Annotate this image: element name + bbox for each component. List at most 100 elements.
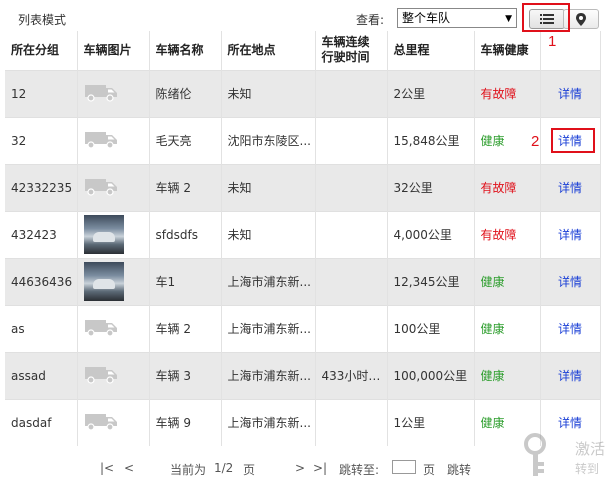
vehicle-photo [83,215,124,254]
mileage-cell: 100公里 [387,305,475,352]
mileage-cell: 100,000公里 [387,352,475,399]
header-photo: 车辆图片 [77,31,150,70]
mileage-cell: 1公里 [387,399,475,446]
mileage-cell: 32公里 [387,164,475,211]
toolbar: 列表模式 查看: 整个车队 ▼ [0,0,605,34]
map-pin-icon [576,12,586,26]
vehicle-name-cell: 车辆 2 [149,164,222,211]
photo-cell [77,70,150,117]
health-status: 有故障 [474,70,541,117]
photo-cell [77,305,150,352]
health-status: 有故障 [474,164,541,211]
table-row[interactable]: assad 车辆 3 上海市浦东新... 433小时4... 100,000公里 健康 详情 [5,352,601,399]
location-cell: 上海市浦东新... [221,352,316,399]
table-row[interactable]: 42332235 车辆 2 未知 32公里 有故障 详情 [5,164,601,211]
vehicle-name-cell: 车辆 9 [149,399,222,446]
jump-page-input[interactable] [392,460,416,474]
detail-link[interactable]: 详情 [540,305,601,352]
vehicle-name-cell: sfdsdfs [149,211,222,258]
mileage-cell: 2公里 [387,70,475,117]
group-cell: 44636436 [5,258,78,305]
fleet-select-value: 整个车队 [402,11,451,25]
drive-time-cell [315,258,388,305]
group-cell: as [5,305,78,352]
first-page-button[interactable]: |< [100,461,114,475]
jump-to-label: 跳转至: [339,463,380,477]
mileage-cell: 12,345公里 [387,258,475,305]
header-mileage: 总里程 [387,31,475,70]
drive-time-cell [315,399,388,446]
photo-cell [77,352,150,399]
photo-cell [77,117,150,164]
detail-link[interactable]: 详情 [540,164,601,211]
watermark-line2: 转到 [575,462,600,476]
detail-link[interactable]: 详情 [540,258,601,305]
annotation-box-1 [522,3,570,32]
drive-time-cell [315,117,388,164]
header-health: 车辆健康 [474,31,541,70]
table-row[interactable]: dasdaf 车辆 9 上海市浦东新... 1公里 健康 详情 [5,399,601,446]
annotation-box-2 [551,128,595,153]
vehicle-table: 所在分组 车辆图片 车辆名称 所在地点 车辆连续 行驶时间 总里程 车辆健康 1… [5,31,601,446]
page-unit-label: 页 [243,463,256,477]
annotation-number-2: 2 [531,133,540,150]
drive-time-cell [315,164,388,211]
vehicle-name-cell: 毛天亮 [149,117,222,164]
location-cell: 未知 [221,211,316,258]
mileage-cell: 15,848公里 [387,117,475,164]
location-cell: 上海市浦东新... [221,305,316,352]
van-icon [84,132,118,152]
header-name: 车辆名称 [149,31,222,70]
prev-page-button[interactable]: < [124,461,134,475]
vehicle-name-cell: 陈绪伦 [149,70,222,117]
photo-cell [77,164,150,211]
fleet-select[interactable]: 整个车队 ▼ [397,8,517,28]
location-cell: 未知 [221,164,316,211]
drive-time-cell [315,211,388,258]
group-cell: 42332235 [5,164,78,211]
header-drive-time: 车辆连续 行驶时间 [315,31,388,70]
last-page-button[interactable]: >| [313,461,327,475]
vehicle-name-cell: 车1 [149,258,222,305]
photo-cell [77,258,150,305]
view-label: 查看: [356,13,385,27]
drive-time-cell: 433小时4... [315,352,388,399]
annotation-number-1: 1 [548,33,557,50]
detail-link[interactable]: 详情 [540,352,601,399]
location-cell: 上海市浦东新... [221,399,316,446]
mileage-cell: 4,000公里 [387,211,475,258]
drive-time-cell [315,70,388,117]
group-cell: 12 [5,70,78,117]
detail-link[interactable]: 详情 [540,211,601,258]
van-icon [84,179,118,199]
health-status: 健康 [474,305,541,352]
table-row[interactable]: 32 毛天亮 沈阳市东陵区... 15,848公里 健康 详情 [5,117,601,164]
jump-button[interactable]: 跳转 [447,461,471,478]
table-row[interactable]: 44636436 车1 上海市浦东新... 12,345公里 健康 详情 [5,258,601,305]
key-icon [524,433,546,476]
list-mode-label: 列表模式 [18,13,67,27]
health-status: 健康 [474,258,541,305]
activation-watermark: 激活 转到 [520,430,605,482]
photo-cell [77,399,150,446]
group-cell: assad [5,352,78,399]
header-group: 所在分组 [5,31,78,70]
dropdown-arrow-icon: ▼ [505,14,512,24]
photo-cell [77,211,150,258]
detail-link[interactable]: 详情 [540,70,601,117]
van-icon [84,320,118,340]
current-page-label: 当前为 [170,463,207,477]
vehicle-photo [83,262,124,301]
table-header-row: 所在分组 车辆图片 车辆名称 所在地点 车辆连续 行驶时间 总里程 车辆健康 [5,31,601,70]
health-status: 健康 [474,352,541,399]
group-cell: 432423 [5,211,78,258]
table-row[interactable]: as 车辆 2 上海市浦东新... 100公里 健康 详情 [5,305,601,352]
van-icon [84,414,118,434]
table-row[interactable]: 12 陈绪伦 未知 2公里 有故障 详情 [5,70,601,117]
van-icon [84,85,118,105]
location-cell: 沈阳市东陵区... [221,117,316,164]
watermark-line1: 激活 [575,440,605,458]
next-page-button[interactable]: > [295,461,305,475]
location-cell: 未知 [221,70,316,117]
table-row[interactable]: 432423 sfdsdfs 未知 4,000公里 有故障 详情 [5,211,601,258]
